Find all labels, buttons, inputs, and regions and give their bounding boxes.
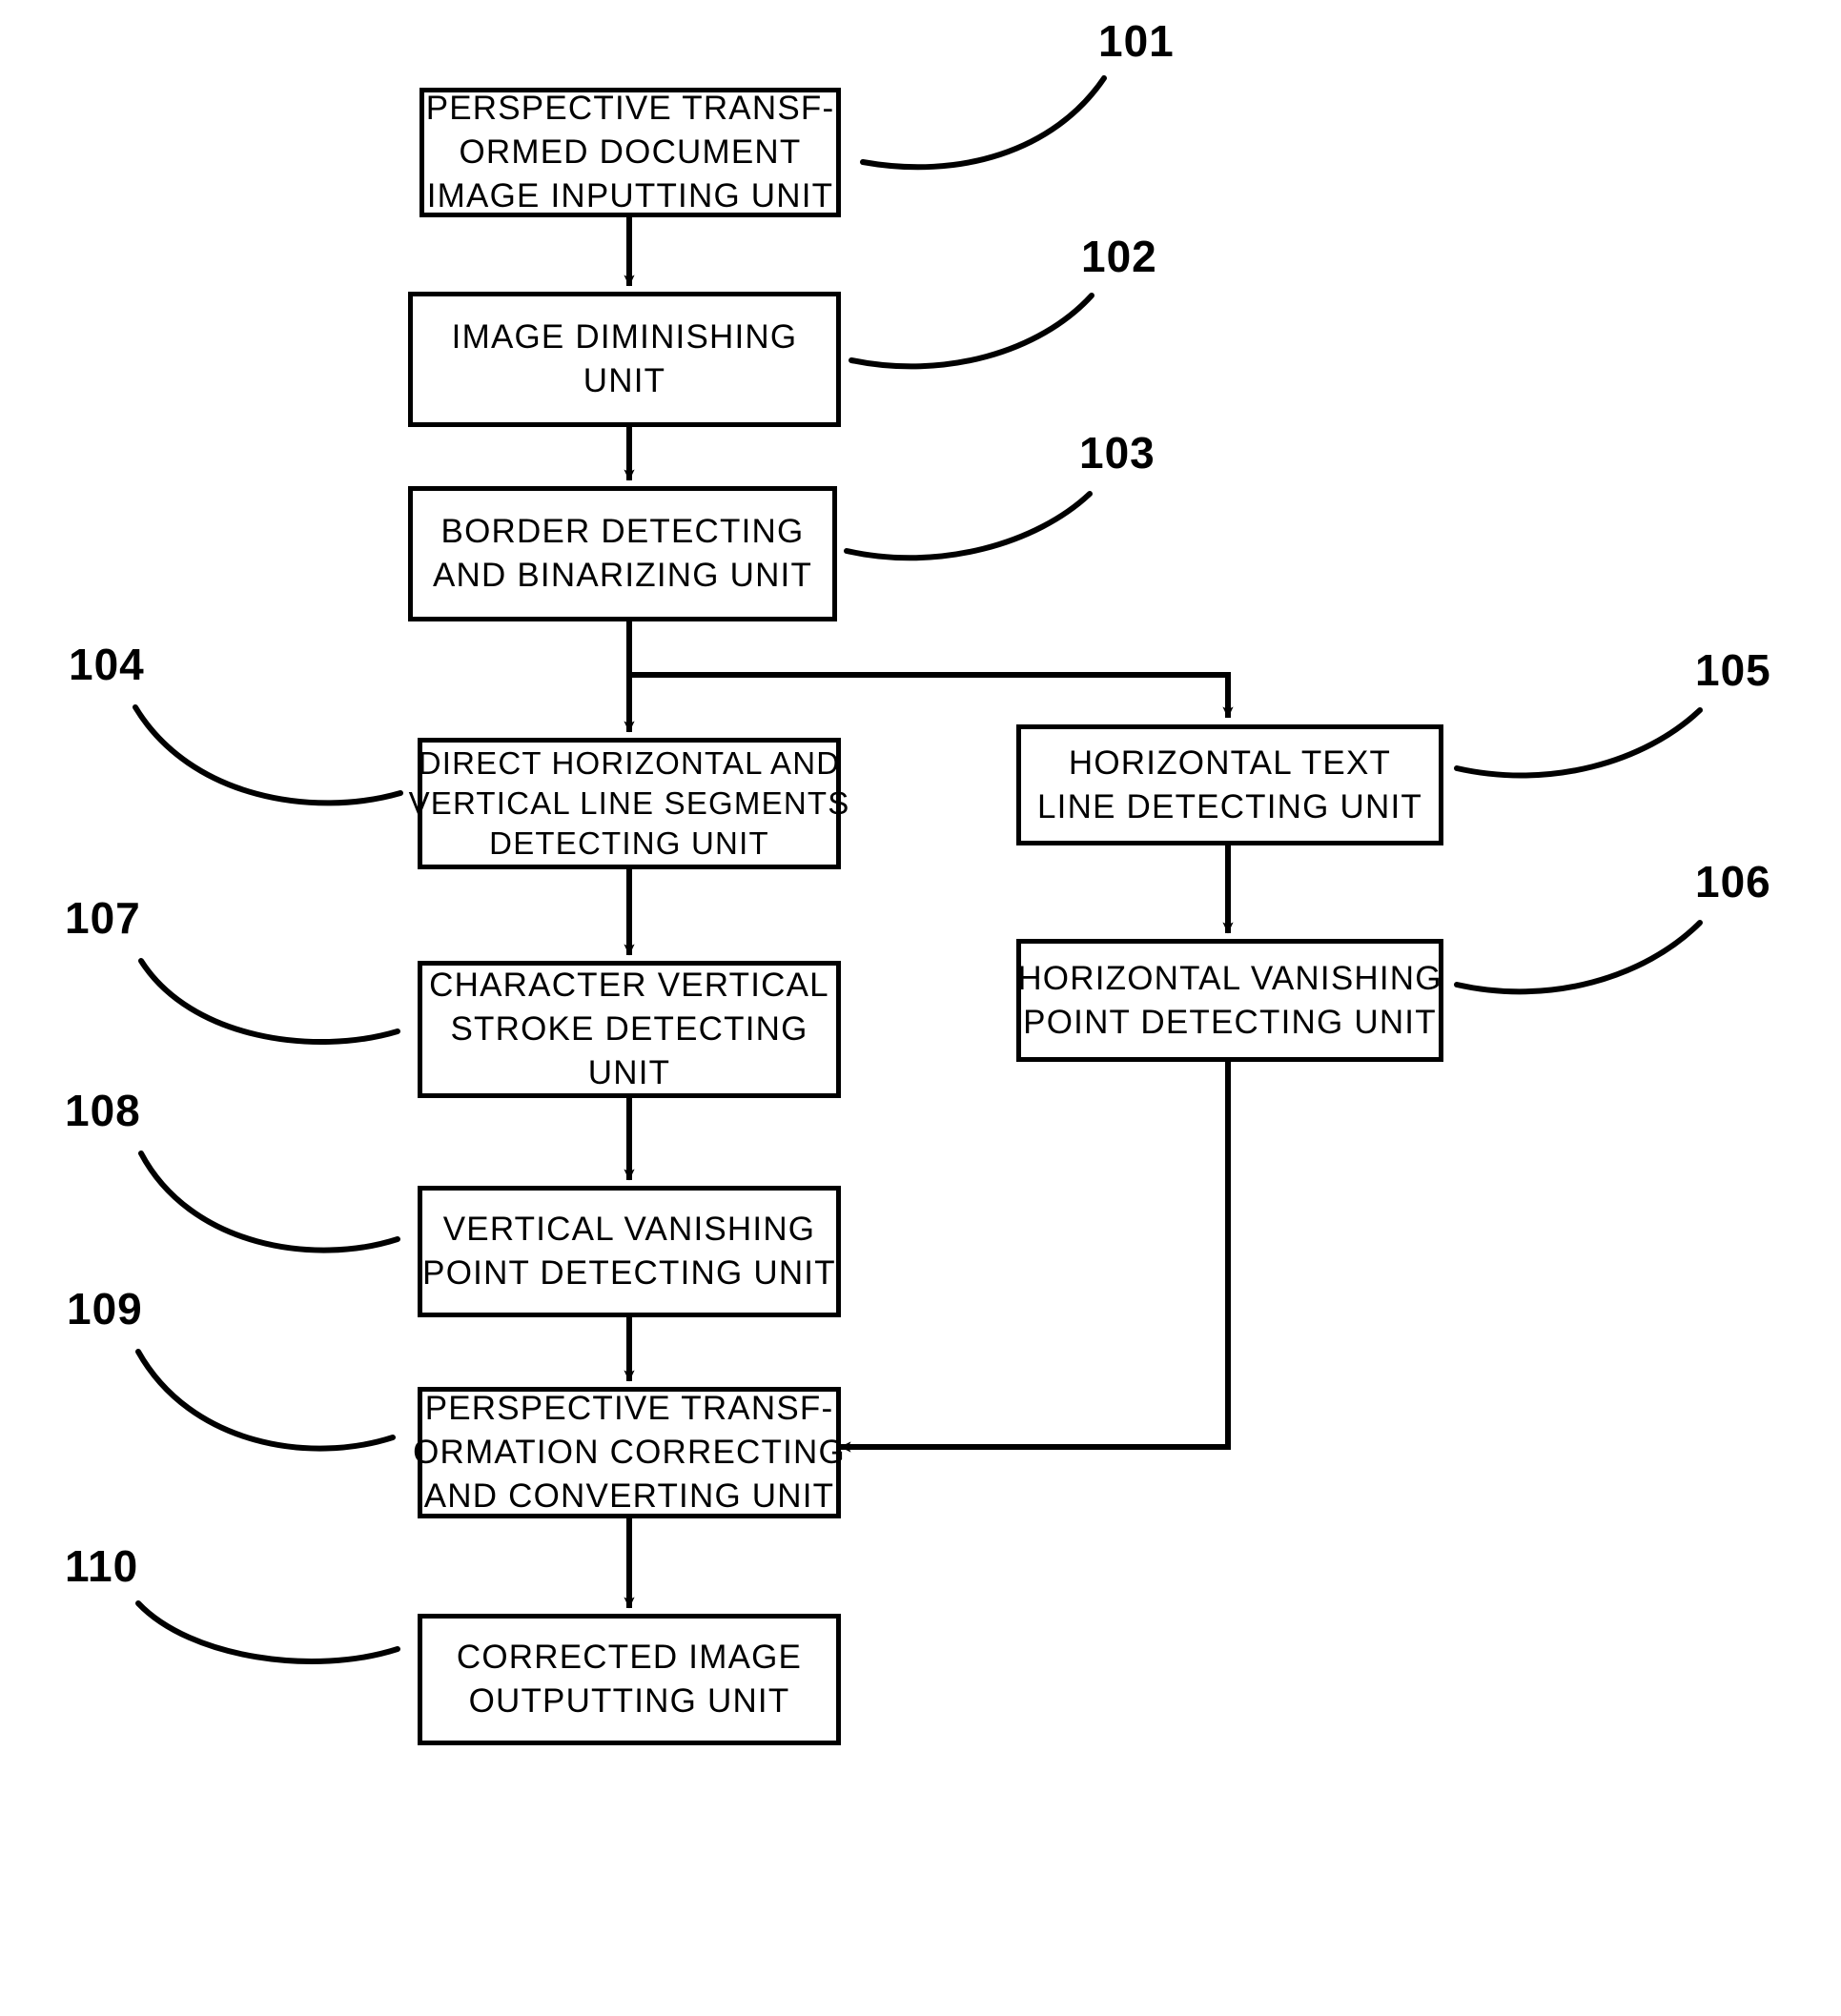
- node-label-line: POINT DETECTING UNIT: [1023, 1003, 1437, 1041]
- leader-line-107: [138, 958, 400, 1046]
- leader-line-106: [1454, 920, 1703, 995]
- node-label-line: OUTPUTTING UNIT: [468, 1682, 790, 1720]
- connector-layer: [133, 75, 1703, 1664]
- reference-numeral-106: 106: [1695, 857, 1771, 906]
- arrow-103-to-105: [629, 672, 1234, 719]
- node-label-line: UNIT: [587, 1054, 671, 1091]
- node-label-line: UNIT: [583, 362, 666, 399]
- figure-canvas: PERSPECTIVE TRANSF- ORMED DOCUMENT IMAGE…: [0, 0, 1841, 2016]
- leader-line-103: [844, 491, 1093, 561]
- node-label-line: LINE DETECTING UNIT: [1037, 787, 1422, 825]
- node-label-line: CHARACTER VERTICAL: [429, 967, 829, 1004]
- reference-numeral-107: 107: [65, 893, 141, 943]
- node-label-line: DETECTING UNIT: [489, 825, 769, 861]
- node-horizontal-vanishing-point-detecting-unit[interactable]: HORIZONTAL VANISHING POINT DETECTING UNI…: [1016, 939, 1443, 1062]
- node-character-vertical-stroke-detecting-unit[interactable]: CHARACTER VERTICAL STROKE DETECTING UNIT: [418, 961, 841, 1098]
- node-label-line: ORMATION CORRECTING: [413, 1434, 846, 1471]
- node-vertical-vanishing-point-detecting-unit[interactable]: VERTICAL VANISHING POINT DETECTING UNIT: [418, 1186, 841, 1317]
- reference-numeral-108: 108: [65, 1086, 141, 1135]
- node-image-diminishing-unit[interactable]: IMAGE DIMINISHING UNIT: [408, 292, 841, 427]
- node-label-line: POINT DETECTING UNIT: [422, 1254, 836, 1292]
- leader-line-102: [849, 293, 1094, 370]
- node-label-line: VERTICAL VANISHING: [442, 1211, 816, 1248]
- node-label-line: IMAGE DIMINISHING: [451, 318, 798, 356]
- leader-line-101: [860, 75, 1107, 171]
- node-label-line: AND CONVERTING UNIT: [423, 1477, 835, 1515]
- leader-line-110: [135, 1600, 400, 1664]
- node-perspective-transformed-document-image-inputting-unit[interactable]: PERSPECTIVE TRANSF- ORMED DOCUMENT IMAGE…: [419, 88, 841, 217]
- node-direct-horizontal-and-vertical-line-segments-detecting-unit[interactable]: DIRECT HORIZONTAL AND VERTICAL LINE SEGM…: [409, 738, 849, 869]
- node-label-line: IMAGE INPUTTING UNIT: [426, 177, 834, 214]
- leader-line-109: [135, 1349, 396, 1452]
- leader-line-108: [138, 1151, 400, 1253]
- node-label-line: AND BINARIZING UNIT: [432, 557, 813, 594]
- node-label-line: CORRECTED IMAGE: [456, 1639, 803, 1676]
- node-label-line: HORIZONTAL TEXT: [1068, 743, 1392, 782]
- reference-numeral-104: 104: [69, 640, 145, 689]
- node-perspective-transformation-correcting-and-converting-unit[interactable]: PERSPECTIVE TRANSF- ORMATION CORRECTING …: [413, 1387, 845, 1518]
- node-label-line: PERSPECTIVE TRANSF-: [424, 1390, 834, 1427]
- node-label-line: PERSPECTIVE TRANSF-: [425, 90, 835, 127]
- node-label-line: VERTICAL LINE SEGMENTS: [408, 785, 850, 821]
- node-corrected-image-outputting-unit[interactable]: CORRECTED IMAGE OUTPUTTING UNIT: [418, 1614, 841, 1745]
- reference-numeral-101: 101: [1098, 16, 1175, 66]
- leader-line-105: [1454, 707, 1703, 779]
- reference-numeral-102: 102: [1081, 232, 1157, 281]
- node-label-line: ORMED DOCUMENT: [459, 133, 802, 171]
- reference-numeral-109: 109: [67, 1284, 143, 1334]
- node-label-line: DIRECT HORIZONTAL AND: [418, 745, 841, 781]
- reference-numeral-110: 110: [65, 1541, 139, 1591]
- reference-numeral-103: 103: [1079, 428, 1156, 478]
- reference-numeral-105: 105: [1695, 645, 1771, 695]
- node-label-line: BORDER DETECTING: [440, 513, 805, 550]
- node-label-line: HORIZONTAL VANISHING: [1017, 959, 1442, 997]
- node-border-detecting-and-binarizing-unit[interactable]: BORDER DETECTING AND BINARIZING UNIT: [408, 486, 837, 621]
- node-label-line: STROKE DETECTING: [450, 1010, 808, 1048]
- leader-line-104: [133, 704, 403, 806]
- node-horizontal-text-line-detecting-unit[interactable]: HORIZONTAL TEXT LINE DETECTING UNIT: [1016, 724, 1443, 845]
- arrow-106-to-109: [839, 1060, 1231, 1453]
